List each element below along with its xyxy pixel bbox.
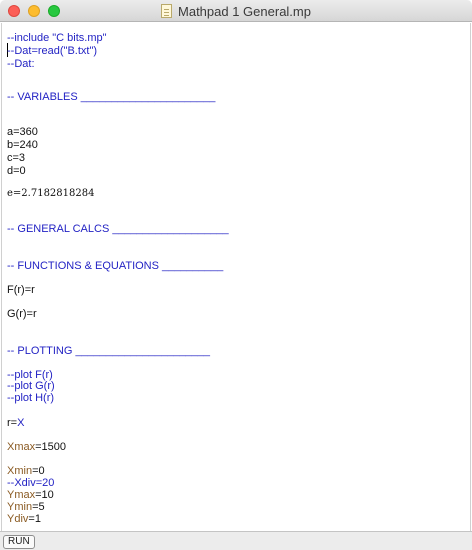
code-token-part: =5: [32, 501, 45, 513]
code-token-part: r=: [7, 417, 18, 429]
code-line[interactable]: Ydiv=1: [7, 513, 41, 526]
window-title-group: Mathpad 1 General.mp: [0, 3, 472, 19]
code-line[interactable]: -- FUNCTIONS & EQUATIONS __________: [7, 260, 223, 273]
code-token: Xmin=0: [7, 465, 45, 477]
code-editor[interactable]: --include "C bits.mp" --Dat=read("B.txt"…: [1, 23, 471, 531]
code-line[interactable]: e=2.7182818284: [7, 187, 94, 200]
code-token: Ymax=10: [7, 489, 54, 501]
window-title: Mathpad 1 General.mp: [178, 3, 311, 19]
code-token-part: X: [17, 417, 25, 429]
code-token-part: Ydiv: [7, 513, 29, 525]
code-line[interactable]: --include "C bits.mp": [7, 32, 107, 45]
code-line[interactable]: --Dat=read("B.txt"): [7, 45, 97, 58]
code-line[interactable]: Xmax=1500: [7, 441, 66, 454]
document-icon: [161, 4, 173, 18]
code-token: Xmax=1500: [7, 441, 66, 453]
code-token-part: Ymin: [7, 501, 33, 513]
code-token: r=X: [7, 417, 24, 429]
code-line[interactable]: d=0: [7, 165, 26, 178]
bottom-toolbar: RUN: [0, 531, 472, 550]
code-line[interactable]: --Dat:: [7, 58, 35, 71]
code-line[interactable]: -- VARIABLES ______________________: [7, 91, 215, 104]
code-line[interactable]: r=X: [7, 417, 24, 430]
code-line[interactable]: -- GENERAL CALCS ___________________: [7, 223, 229, 236]
code-line[interactable]: G(r)=r: [7, 308, 37, 321]
code-token-part: Xmin: [7, 465, 33, 477]
code-token-part: =10: [35, 489, 54, 501]
code-line[interactable]: b=240: [7, 139, 38, 152]
code-line[interactable]: --plot H(r): [7, 392, 54, 405]
title-bar: Mathpad 1 General.mp: [0, 0, 472, 22]
code-line[interactable]: c=3: [7, 152, 25, 165]
code-line[interactable]: F(r)=r: [7, 284, 35, 297]
code-token: Ymin=5: [7, 501, 45, 513]
code-token-part: =1500: [35, 441, 67, 453]
code-line[interactable]: a=360: [7, 126, 38, 139]
code-token-part: Xmax: [7, 441, 36, 453]
code-token-part: Ymax: [7, 489, 36, 501]
code-line[interactable]: -- PLOTTING ______________________: [7, 345, 210, 358]
code-token-part: =1: [28, 513, 41, 525]
code-token: Ydiv=1: [7, 513, 41, 525]
run-button[interactable]: RUN: [3, 535, 35, 549]
code-token-part: =0: [32, 465, 45, 477]
